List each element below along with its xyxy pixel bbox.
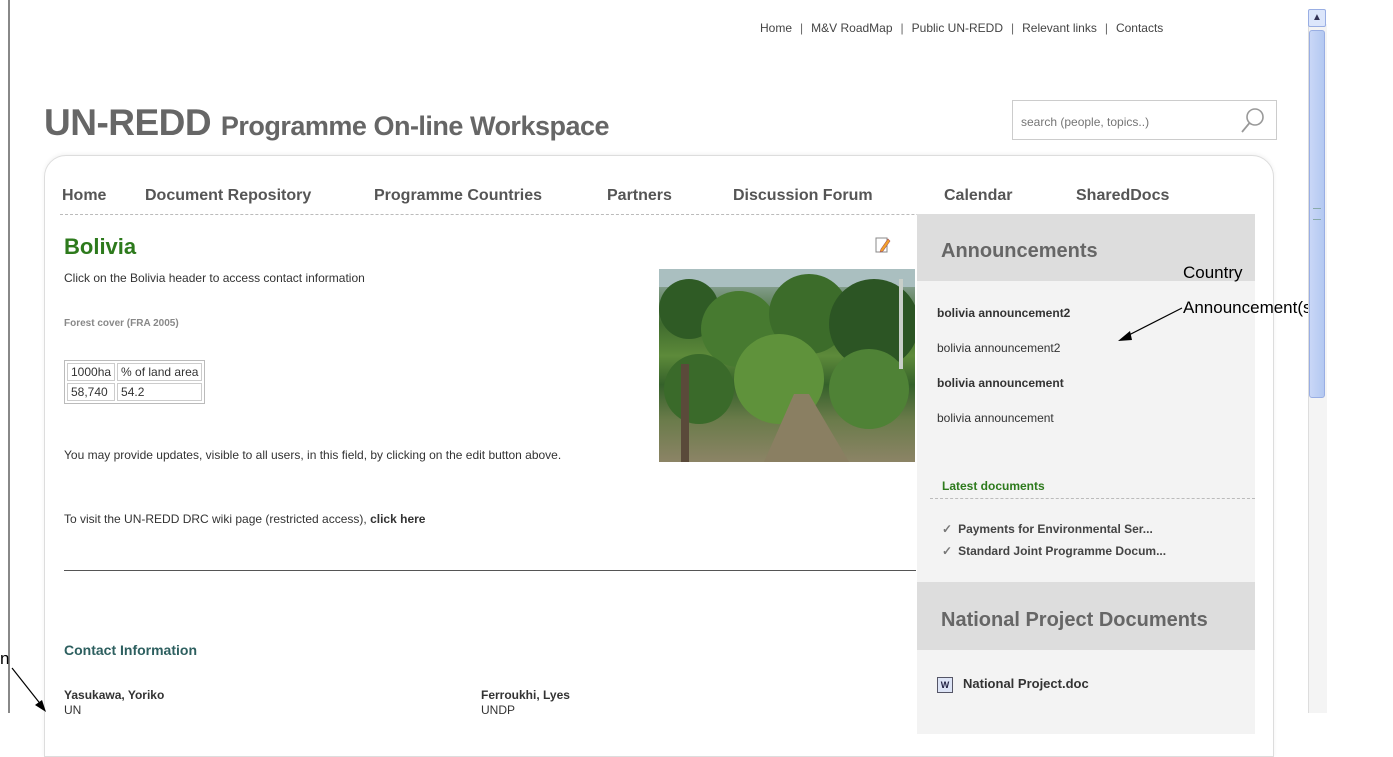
scrollbar-grip [1313, 208, 1321, 220]
annotation-arrows [11, 307, 1183, 712]
scroll-up-button[interactable]: ▲ [1308, 9, 1326, 27]
